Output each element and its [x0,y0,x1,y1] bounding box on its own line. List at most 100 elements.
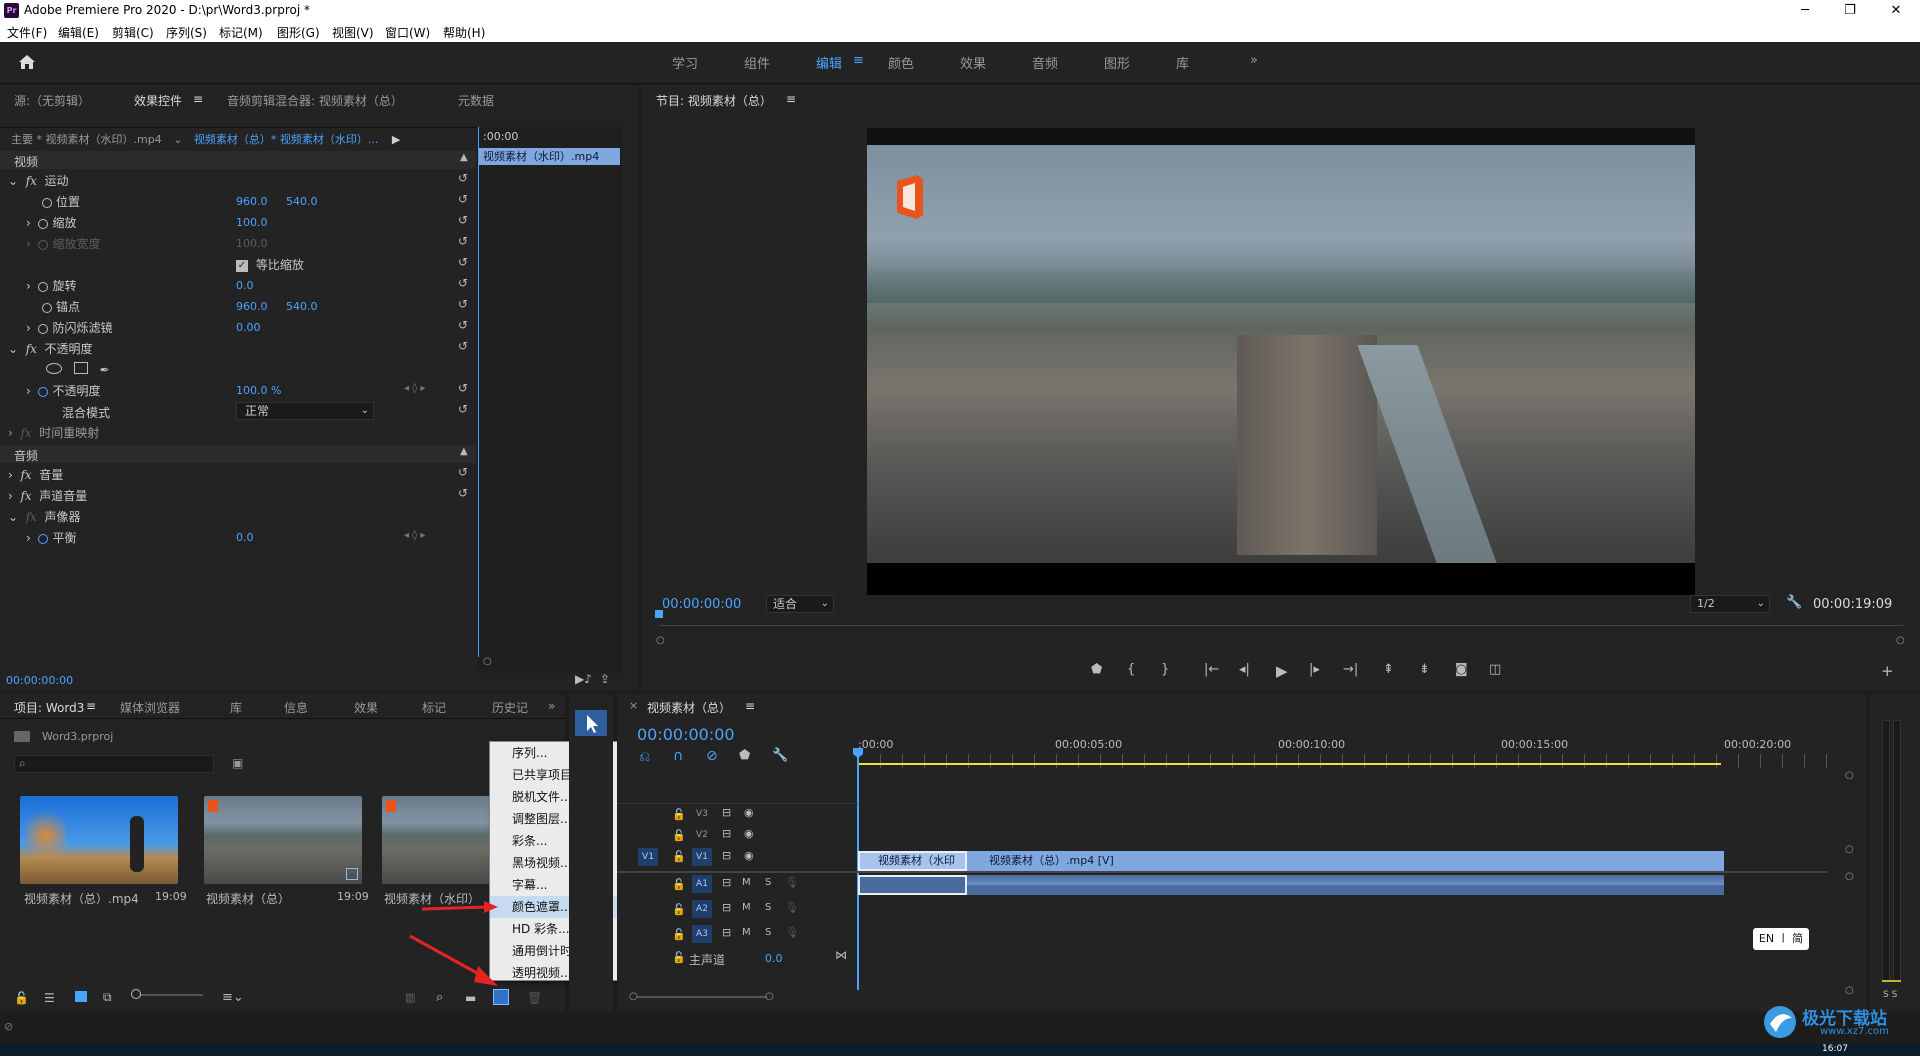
panner-row[interactable]: ⌄ fx 声像器 [8,508,81,528]
icon-view-icon[interactable] [75,991,87,1002]
eye-icon[interactable]: ◉ [744,849,754,862]
go-to-edit-point-icon[interactable]: ⋈ [835,948,847,962]
flicker-value[interactable]: 0.00 [236,321,261,334]
menu-file[interactable]: 文件(F) [7,24,47,41]
collapse-icon[interactable]: ▲ [460,446,468,457]
mute-button[interactable]: M [742,877,751,888]
panel-menu-icon[interactable]: ≡ [745,699,755,713]
snap-icon[interactable]: ∩ [673,748,683,764]
workspace-effects[interactable]: 效果 [960,53,986,72]
mark-out-icon[interactable]: } [1161,662,1169,677]
eye-icon[interactable]: ◉ [744,806,754,819]
menu-help[interactable]: 帮助(H) [443,24,485,41]
rotation-value[interactable]: 0.0 [236,279,254,292]
track-label-v2[interactable]: V2 [692,826,712,844]
lock-icon[interactable]: 🔓 [672,928,686,941]
stopwatch-icon[interactable] [38,281,49,292]
camera-icon[interactable]: ◙ [1455,662,1468,677]
add-marker-icon[interactable]: ⬟ [1091,662,1102,677]
stopwatch-icon[interactable] [42,302,52,313]
timeline-zoom-end-handle[interactable]: ○ [765,991,774,1002]
maximize-button[interactable]: ❐ [1830,1,1870,21]
audio-scroll-handle[interactable]: ○ [1845,985,1854,996]
lift-icon[interactable]: ⇞ [1383,662,1394,677]
scale-value[interactable]: 100.0 [236,216,268,229]
program-playhead-timecode[interactable]: 00:00:00:00 [662,597,741,612]
workspace-assembly[interactable]: 组件 [744,53,770,72]
close-button[interactable]: ✕ [1876,1,1916,21]
keyframe-nav-icon[interactable]: ◂ ◊ ▸ [404,383,425,394]
thumbnail-size-slider[interactable] [131,989,203,999]
menu-clip[interactable]: 剪辑(C) [112,24,154,41]
video-scroll-handle[interactable]: ○ [1845,844,1854,855]
opacity-value[interactable]: 100.0 % [236,384,281,397]
collapse-icon[interactable]: ▲ [460,152,468,163]
reset-icon[interactable]: ↺ [458,339,468,353]
compare-icon[interactable]: ◫ [1489,662,1501,677]
nest-toggle-icon[interactable]: ⎌ [639,749,650,765]
effect-clip-bar[interactable]: 视频素材（水印）.mp4 [479,148,620,165]
home-icon[interactable] [18,54,36,70]
sort-icon[interactable]: ≡⌄ [222,990,244,1005]
workspace-menu-icon[interactable]: ≡ [853,53,864,68]
video-clip[interactable]: 视频素材（水印 [858,851,967,871]
menu-graphics[interactable]: 图形(G) [277,24,320,41]
balance-value[interactable]: 0.0 [236,531,254,544]
reset-icon[interactable]: ↺ [458,192,468,206]
audio-clip[interactable] [967,875,1724,895]
timeline-timecode[interactable]: 00:00:00:00 [637,725,735,744]
solo-button[interactable]: S [765,902,771,913]
list-view-icon[interactable]: ☰ [44,991,55,1005]
add-marker-icon[interactable]: ⬟ [739,748,750,763]
reset-icon[interactable]: ↺ [458,213,468,227]
mic-icon[interactable]: 🎙 [785,876,799,889]
volume-row[interactable]: › fx 音量 [8,466,63,486]
eye-icon[interactable]: ◉ [744,827,754,840]
extract-icon[interactable]: ⇟ [1419,662,1430,677]
lock-icon[interactable]: 🔓 [672,850,686,863]
project-item-thumbnail[interactable] [204,796,362,884]
find-icon[interactable]: ⌕ [436,990,443,1005]
go-to-in-icon[interactable]: |← [1204,662,1219,677]
reset-icon[interactable]: ↺ [458,402,468,416]
track-label-a1[interactable]: A1 [692,875,712,893]
timeline-horizontal-scrollbar[interactable] [637,996,767,998]
project-item-thumbnail[interactable] [382,796,498,884]
tab-metadata[interactable]: 元数据 [458,92,494,109]
effect-controls-timecode[interactable]: 00:00:00:00 [6,674,73,687]
mic-icon[interactable]: 🎙 [785,901,799,914]
mute-button[interactable]: M [742,902,751,913]
reset-icon[interactable]: ↺ [458,465,468,479]
reset-icon[interactable]: ↺ [458,255,468,269]
reset-icon[interactable]: ↺ [458,318,468,332]
resolution-select[interactable]: 1/2 ⌄ [1690,595,1770,613]
program-scrub-bar[interactable] [659,625,1903,626]
keyframe-nav-icon[interactable]: ◂ ◊ ▸ [404,530,425,541]
timeline-title[interactable]: 视频素材（总） [647,699,731,716]
lock-icon[interactable]: 🔓 [672,903,686,916]
tab-effects[interactable]: 效果 [354,699,378,716]
time-ruler[interactable] [858,754,1843,768]
rectangle-mask-icon[interactable] [73,362,88,374]
workspace-color[interactable]: 颜色 [888,53,914,72]
close-icon[interactable]: × [629,699,638,712]
reset-icon[interactable]: ↺ [458,276,468,290]
opacity-group-row[interactable]: ⌄ fx 不透明度 [8,340,93,360]
menu-window[interactable]: 窗口(W) [385,24,430,41]
video-scroll-handle[interactable]: ○ [1845,770,1854,781]
timeline-settings-icon[interactable]: 🔧 [772,748,788,763]
meter-solo-buttons[interactable]: S S [1883,990,1897,1000]
anchor-y-value[interactable]: 540.0 [286,300,318,313]
program-playhead[interactable] [655,610,663,618]
stopwatch-icon[interactable] [38,323,49,334]
channel-volume-row[interactable]: › fx 声道音量 [8,487,87,507]
menu-marker[interactable]: 标记(M) [219,24,263,41]
reset-icon[interactable]: ↺ [458,171,468,185]
tab-media-browser[interactable]: 媒体浏览器 [120,699,180,716]
stopwatch-icon[interactable] [42,197,52,208]
audio-clip[interactable] [858,875,967,895]
go-to-out-icon[interactable]: →| [1343,662,1358,677]
toggle-sync-lock-icon[interactable]: ⊟ [722,827,731,840]
mic-icon[interactable]: 🎙 [785,926,799,939]
filter-icon[interactable]: ▶♪ [575,672,592,686]
